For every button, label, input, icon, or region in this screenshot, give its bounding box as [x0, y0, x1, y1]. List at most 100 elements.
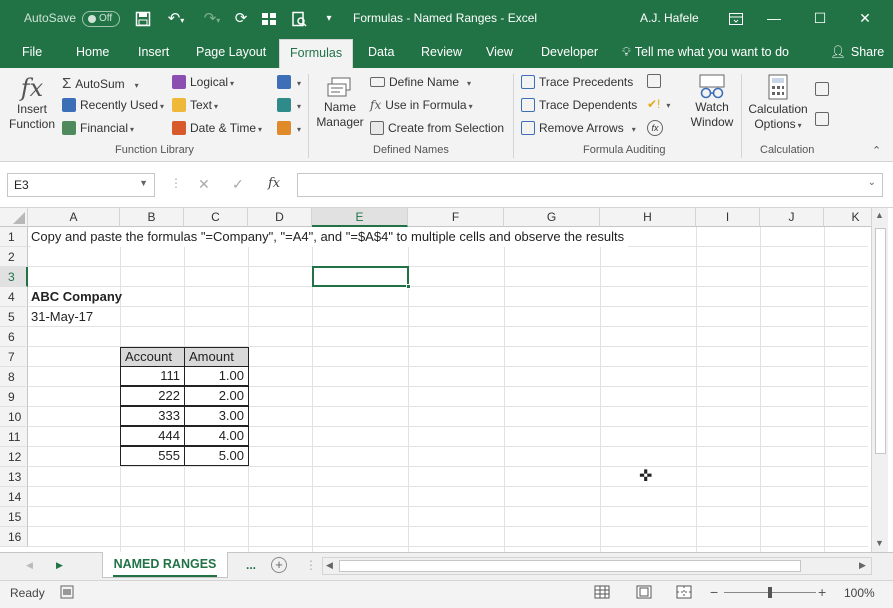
scroll-left-icon[interactable]: ◀: [326, 560, 333, 571]
insert-function-icon[interactable]: fx: [268, 176, 280, 191]
row-header[interactable]: 14: [0, 487, 28, 507]
page-layout-view-icon[interactable]: [636, 585, 652, 602]
cancel-entry-icon[interactable]: ✕: [198, 176, 210, 193]
tab-split-grip-icon[interactable]: ⋮: [305, 558, 317, 572]
vertical-scrollbar[interactable]: ▲ ▼: [871, 208, 888, 552]
zoom-out-icon[interactable]: −: [710, 584, 718, 600]
cell-a4[interactable]: ABC Company: [31, 287, 122, 307]
text-button[interactable]: Text ▾: [172, 98, 218, 112]
row-header[interactable]: 1: [0, 227, 28, 247]
more-functions-button[interactable]: ▾: [277, 121, 301, 135]
show-formulas-button[interactable]: [647, 74, 665, 88]
column-header-selected[interactable]: E: [312, 208, 408, 227]
table-cell[interactable]: 1.00: [184, 366, 249, 386]
column-header[interactable]: F: [408, 208, 504, 227]
calculation-options-button[interactable]: Calculation Options ▾: [745, 74, 811, 133]
lookup-reference-button[interactable]: ▾: [277, 75, 301, 89]
calculate-now-button[interactable]: [815, 82, 833, 96]
tab-file[interactable]: File: [22, 45, 42, 59]
create-from-selection-button[interactable]: Create from Selection: [370, 121, 504, 135]
row-header[interactable]: 2: [0, 247, 28, 267]
zoom-level[interactable]: 100%: [844, 586, 875, 600]
row-header[interactable]: 15: [0, 507, 28, 527]
row-header[interactable]: 4: [0, 287, 28, 307]
row-header-selected[interactable]: 3: [0, 267, 28, 287]
horizontal-scroll-thumb[interactable]: [339, 560, 801, 572]
math-trig-button[interactable]: ▾: [277, 98, 301, 112]
trace-dependents-button[interactable]: Trace Dependents: [521, 98, 637, 112]
macro-recording-icon[interactable]: [60, 585, 74, 602]
redo-icon[interactable]: ↷▾: [198, 8, 226, 30]
zoom-in-icon[interactable]: +: [818, 584, 826, 600]
table-cell[interactable]: 444: [120, 426, 185, 446]
select-all-corner[interactable]: [0, 208, 28, 227]
name-manager-button[interactable]: Name Manager: [314, 76, 366, 130]
row-header[interactable]: 10: [0, 407, 28, 427]
calculate-sheet-button[interactable]: [815, 112, 833, 126]
row-header[interactable]: 7: [0, 347, 28, 367]
name-box-dropdown-icon[interactable]: ▼: [139, 178, 148, 188]
tab-review[interactable]: Review: [421, 45, 462, 59]
tab-view[interactable]: View: [486, 45, 513, 59]
table-header-cell[interactable]: Amount: [184, 347, 249, 367]
row-header[interactable]: 8: [0, 367, 28, 387]
formula-bar-grip-icon[interactable]: ⋮: [170, 176, 182, 190]
expand-formula-bar-icon[interactable]: ⌄: [868, 177, 876, 188]
column-header[interactable]: H: [600, 208, 696, 227]
active-cell-e3[interactable]: [312, 266, 411, 289]
maximize-icon[interactable]: ☐: [800, 6, 840, 32]
cell-a1[interactable]: Copy and paste the formulas "=Company", …: [31, 227, 629, 247]
tab-data[interactable]: Data: [368, 45, 394, 59]
table-cell[interactable]: 222: [120, 386, 185, 406]
next-sheet-icon[interactable]: ▶: [56, 560, 63, 571]
tab-insert[interactable]: Insert: [138, 45, 169, 59]
share-button[interactable]: 👤︎ Share: [830, 45, 884, 60]
recently-used-button[interactable]: Recently Used ▾: [62, 98, 164, 112]
prev-sheet-icon[interactable]: ◀: [26, 560, 33, 571]
row-header[interactable]: 6: [0, 327, 28, 347]
tab-developer[interactable]: Developer: [541, 45, 598, 59]
user-name[interactable]: A.J. Hafele: [640, 11, 699, 25]
scroll-up-icon[interactable]: ▲: [875, 210, 884, 220]
new-sheet-icon[interactable]: +: [271, 557, 287, 573]
tab-home[interactable]: Home: [76, 45, 109, 59]
scroll-down-icon[interactable]: ▼: [875, 538, 884, 548]
confirm-entry-icon[interactable]: ✓: [232, 176, 244, 193]
column-header[interactable]: J: [760, 208, 824, 227]
table-cell[interactable]: 333: [120, 406, 185, 426]
column-header[interactable]: A: [28, 208, 120, 227]
tab-formulas[interactable]: Formulas: [279, 39, 354, 68]
row-header[interactable]: 11: [0, 427, 28, 447]
autosum-button[interactable]: Σ AutoSum ▾: [62, 75, 139, 92]
more-sheets-button[interactable]: ...: [246, 558, 256, 572]
row-header[interactable]: 9: [0, 387, 28, 407]
tab-page-layout[interactable]: Page Layout: [196, 45, 266, 59]
page-break-view-icon[interactable]: [676, 585, 692, 602]
remove-arrows-button[interactable]: Remove Arrows ▾: [521, 121, 636, 135]
row-header[interactable]: 5: [0, 307, 28, 327]
logical-button[interactable]: Logical ▾: [172, 75, 234, 89]
cell-a5[interactable]: 31-May-17: [31, 307, 93, 327]
error-checking-button[interactable]: ✔︎! ▾: [647, 97, 670, 111]
worksheet-grid[interactable]: A B C D E F G H I J K 1 2 3 4 5 6 7 8 9 …: [0, 208, 893, 552]
table-cell[interactable]: 111: [120, 366, 185, 386]
ribbon-display-options-icon[interactable]: [716, 6, 756, 32]
minimize-icon[interactable]: —: [754, 6, 794, 32]
define-name-button[interactable]: Define Name ▾: [370, 75, 471, 89]
table-cell[interactable]: 4.00: [184, 426, 249, 446]
autosave-toggle[interactable]: Off: [82, 11, 120, 27]
print-preview-icon[interactable]: [288, 8, 310, 30]
vertical-scroll-thumb[interactable]: [875, 228, 886, 454]
zoom-slider-thumb[interactable]: [768, 587, 772, 598]
date-time-button[interactable]: Date & Time ▾: [172, 121, 262, 135]
financial-button[interactable]: Financial ▾: [62, 121, 134, 135]
save-icon[interactable]: [132, 8, 154, 30]
row-header[interactable]: 13: [0, 467, 28, 487]
table-cell[interactable]: 555: [120, 446, 185, 466]
column-header[interactable]: D: [248, 208, 312, 227]
watch-window-button[interactable]: Watch Window: [686, 74, 738, 130]
use-in-formula-button[interactable]: fx Use in Formula ▾: [370, 98, 473, 112]
row-header[interactable]: 16: [0, 527, 28, 547]
fill-handle[interactable]: [406, 284, 411, 289]
horizontal-scrollbar[interactable]: ◀ ▶: [322, 557, 872, 575]
